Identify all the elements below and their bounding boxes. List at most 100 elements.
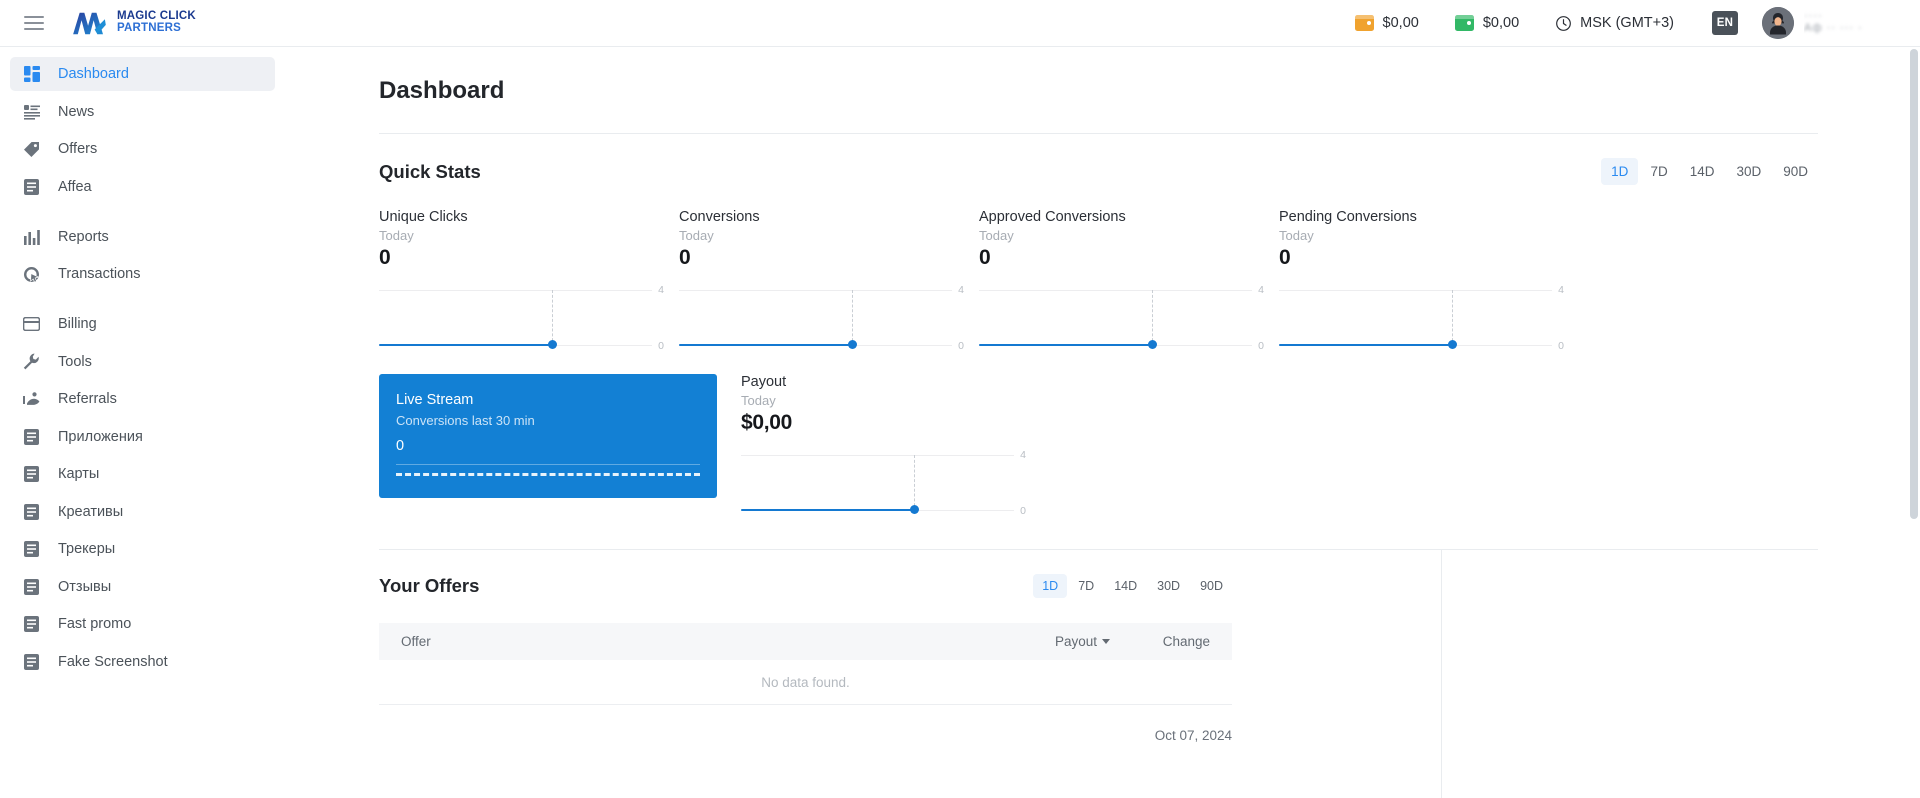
app-header: MAGIC CLICK PARTNERS $0,00 $0,00 MSK (GM… — [0, 0, 1920, 47]
stat-card-approved-conversions: Approved Conversions Today 0 4 0 — [979, 209, 1278, 352]
sidebar-item-label: Fast promo — [58, 616, 132, 632]
live-stream-divider — [396, 464, 700, 465]
sidebar-item-label: Offers — [58, 141, 98, 157]
page-scrollbar[interactable] — [1908, 47, 1920, 798]
axis-label-min: 0 — [658, 340, 664, 352]
your-offers-range-tabs: 1D 7D 14D 30D 90D — [1033, 574, 1232, 598]
range-tab-30d[interactable]: 30D — [1726, 158, 1771, 185]
column-header-change: Change — [1162, 634, 1210, 649]
magic-click-logo-icon — [73, 12, 106, 35]
sidebar-item-referrals[interactable]: Referrals — [10, 382, 275, 416]
sidebar-item-label: Tools — [58, 353, 92, 370]
offers-range-tab-1d[interactable]: 1D — [1033, 574, 1068, 598]
quick-stats-cards: Unique Clicks Today 0 4 0 Conversions To… — [379, 209, 1818, 352]
language-switcher[interactable]: EN — [1712, 11, 1738, 35]
range-tab-90d[interactable]: 90D — [1773, 158, 1818, 185]
stat-title: Unique Clicks — [379, 209, 468, 225]
wallet-amount-orange: $0,00 — [1382, 15, 1419, 31]
wallet-icon — [1454, 15, 1474, 31]
stat-value: 0 — [679, 246, 691, 269]
document-icon — [23, 503, 40, 520]
sidebar-item-affea[interactable]: Affea — [10, 170, 275, 204]
offers-range-tab-90d[interactable]: 90D — [1191, 574, 1232, 598]
sidebar-item-karty[interactable]: Карты — [10, 457, 275, 491]
wrench-icon — [23, 353, 40, 370]
stat-period: Today — [679, 228, 714, 243]
sidebar-item-offers[interactable]: Offers — [10, 132, 275, 166]
today-divider — [552, 290, 553, 346]
today-divider — [852, 290, 853, 346]
user-menu[interactable]: ···· Аф ·· ··· · — [1762, 7, 1896, 39]
grid-line-top — [679, 290, 952, 291]
sidebar-item-label: Referrals — [58, 391, 117, 407]
title-divider — [379, 133, 1818, 134]
grid-line-top — [741, 455, 1014, 456]
column-header-offer: Offer — [401, 634, 431, 649]
stat-title: Conversions — [679, 209, 760, 225]
sparkline-path — [979, 343, 1153, 346]
stat-title: Pending Conversions — [1279, 209, 1417, 225]
range-tab-14d[interactable]: 14D — [1680, 158, 1725, 185]
offers-divider — [379, 549, 1818, 550]
column-header-payout[interactable]: Payout — [990, 634, 1110, 649]
tag-icon — [23, 141, 40, 158]
sidebar-item-otzyvy[interactable]: Отзывы — [10, 570, 275, 604]
sidebar-item-label: Отзывы — [58, 578, 112, 595]
live-stream-value: 0 — [396, 438, 405, 454]
wallet-amount-green: $0,00 — [1482, 15, 1520, 31]
offers-date-label: Oct 07, 2024 — [1154, 728, 1232, 743]
stat-period: Today — [979, 228, 1014, 243]
stat-card-pending-conversions: Pending Conversions Today 0 4 0 — [1279, 209, 1578, 352]
avatar — [1762, 7, 1794, 39]
offers-range-tab-30d[interactable]: 30D — [1148, 574, 1189, 598]
axis-label-min: 0 — [958, 340, 964, 352]
document-icon — [23, 466, 40, 483]
user-name-line-2: Аф ·· ··· · — [1804, 22, 1863, 34]
offers-range-tab-14d[interactable]: 14D — [1105, 574, 1146, 598]
sidebar-item-kreativy[interactable]: Креативы — [10, 495, 275, 529]
sidebar-item-label: Карты — [58, 466, 100, 482]
today-divider — [1152, 290, 1153, 346]
timezone-selector[interactable]: MSK (GMT+3) — [1555, 15, 1674, 32]
quick-stats-range-tabs: 1D 7D 14D 30D 90D — [1601, 158, 1818, 185]
stat-value: 0 — [379, 246, 391, 269]
sparkline-marker — [1448, 340, 1457, 349]
axis-label-max: 4 — [658, 284, 664, 296]
range-tab-1d[interactable]: 1D — [1601, 158, 1639, 185]
today-divider — [914, 455, 915, 511]
document-icon — [23, 653, 40, 670]
sidebar-item-transactions[interactable]: Transactions — [10, 257, 275, 291]
scrollbar-thumb[interactable] — [1910, 49, 1918, 519]
sidebar-item-label: Dashboard — [58, 66, 129, 82]
offers-vertical-divider — [1441, 549, 1442, 798]
stat-card-conversions: Conversions Today 0 4 0 — [679, 209, 978, 352]
wallet-balance-orange[interactable]: $0,00 — [1354, 15, 1419, 31]
brand-logo[interactable]: MAGIC CLICK PARTNERS — [70, 9, 196, 37]
wallet-balance-green[interactable]: $0,00 — [1454, 15, 1520, 31]
sidebar-item-dashboard[interactable]: Dashboard — [10, 57, 275, 91]
sidebar-item-billing[interactable]: Billing — [10, 307, 275, 341]
sidebar-item-label: Billing — [58, 316, 97, 332]
sidebar-item-fake-screenshot[interactable]: Fake Screenshot — [10, 645, 275, 679]
stat-title: Payout — [741, 374, 787, 390]
sidebar-item-label: News — [58, 103, 95, 120]
sidebar-item-tools[interactable]: Tools — [10, 345, 275, 379]
offers-range-tab-7d[interactable]: 7D — [1069, 574, 1103, 598]
axis-label-max: 4 — [958, 284, 964, 296]
sidebar-item-fast-promo[interactable]: Fast promo — [10, 607, 275, 641]
sidebar-item-news[interactable]: News — [10, 95, 275, 129]
stat-value: 0 — [979, 246, 991, 269]
sidebar-item-trekery[interactable]: Трекеры — [10, 532, 275, 566]
axis-label-max: 4 — [1258, 284, 1264, 296]
hamburger-menu-icon[interactable] — [24, 16, 44, 30]
sidebar-item-label: Transactions — [58, 266, 141, 282]
sidebar-item-reports[interactable]: Reports — [10, 220, 275, 254]
sidebar-nav: Dashboard News Offers Affea Reports Tran… — [0, 47, 285, 798]
live-stream-card[interactable]: Live Stream Conversions last 30 min 0 — [379, 374, 717, 498]
sparkline-chart: 4 0 — [741, 449, 1026, 517]
range-tab-7d[interactable]: 7D — [1640, 158, 1677, 185]
sidebar-item-prilozheniya[interactable]: Приложения — [10, 420, 275, 454]
sidebar-item-label: Креативы — [58, 503, 124, 520]
table-header-row: Offer Payout Change — [379, 623, 1232, 660]
document-icon — [23, 578, 40, 595]
